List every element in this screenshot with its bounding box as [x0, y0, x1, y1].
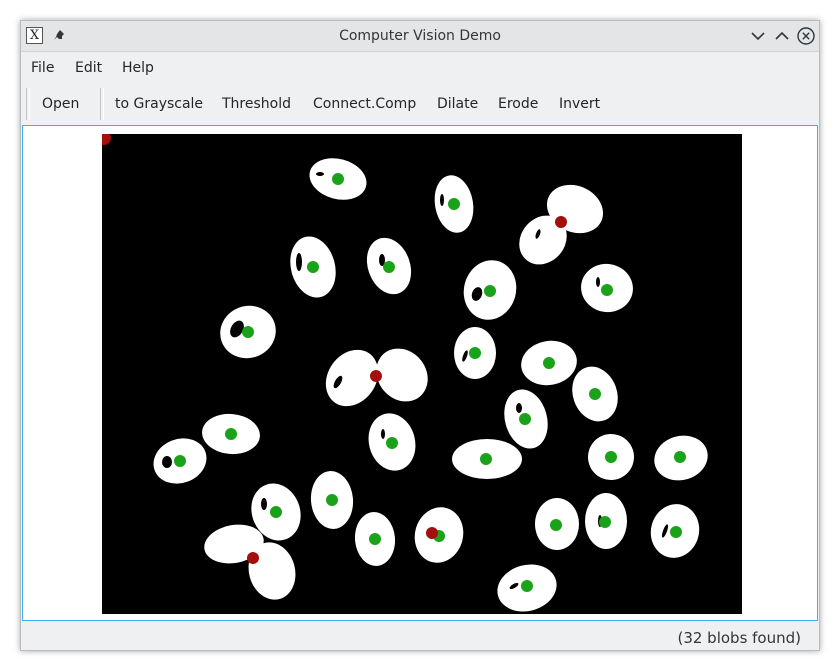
threshold-button[interactable]: Threshold: [222, 84, 291, 124]
minimize-button[interactable]: [748, 26, 768, 46]
invert-button[interactable]: Invert: [559, 84, 600, 124]
open-button[interactable]: Open: [42, 84, 79, 124]
window-title: Computer Vision Demo: [339, 28, 501, 44]
maximize-button[interactable]: [772, 26, 792, 46]
status-bar: (32 blobs found): [21, 623, 819, 651]
toolbar-grip[interactable]: [100, 88, 104, 120]
menu-edit[interactable]: Edit: [75, 52, 102, 84]
to-grayscale-button[interactable]: to Grayscale: [115, 84, 203, 124]
blob-image: [102, 134, 742, 614]
menu-file[interactable]: File: [31, 52, 54, 84]
app-window: X Computer Vision Demo File Edit Help Op…: [20, 20, 820, 651]
menu-help[interactable]: Help: [122, 52, 154, 84]
connected-components-button[interactable]: Connect.Comp: [313, 84, 416, 124]
dilate-button[interactable]: Dilate: [437, 84, 478, 124]
close-button[interactable]: [796, 26, 816, 46]
toolbar-grip[interactable]: [26, 88, 30, 120]
erode-button[interactable]: Erode: [498, 84, 538, 124]
menu-bar: File Edit Help: [21, 52, 819, 84]
title-bar[interactable]: X Computer Vision Demo: [21, 21, 819, 52]
blob-count-status: (32 blobs found): [677, 629, 801, 647]
image-view[interactable]: [22, 125, 818, 621]
toolbar: Open to Grayscale Threshold Connect.Comp…: [21, 84, 819, 124]
